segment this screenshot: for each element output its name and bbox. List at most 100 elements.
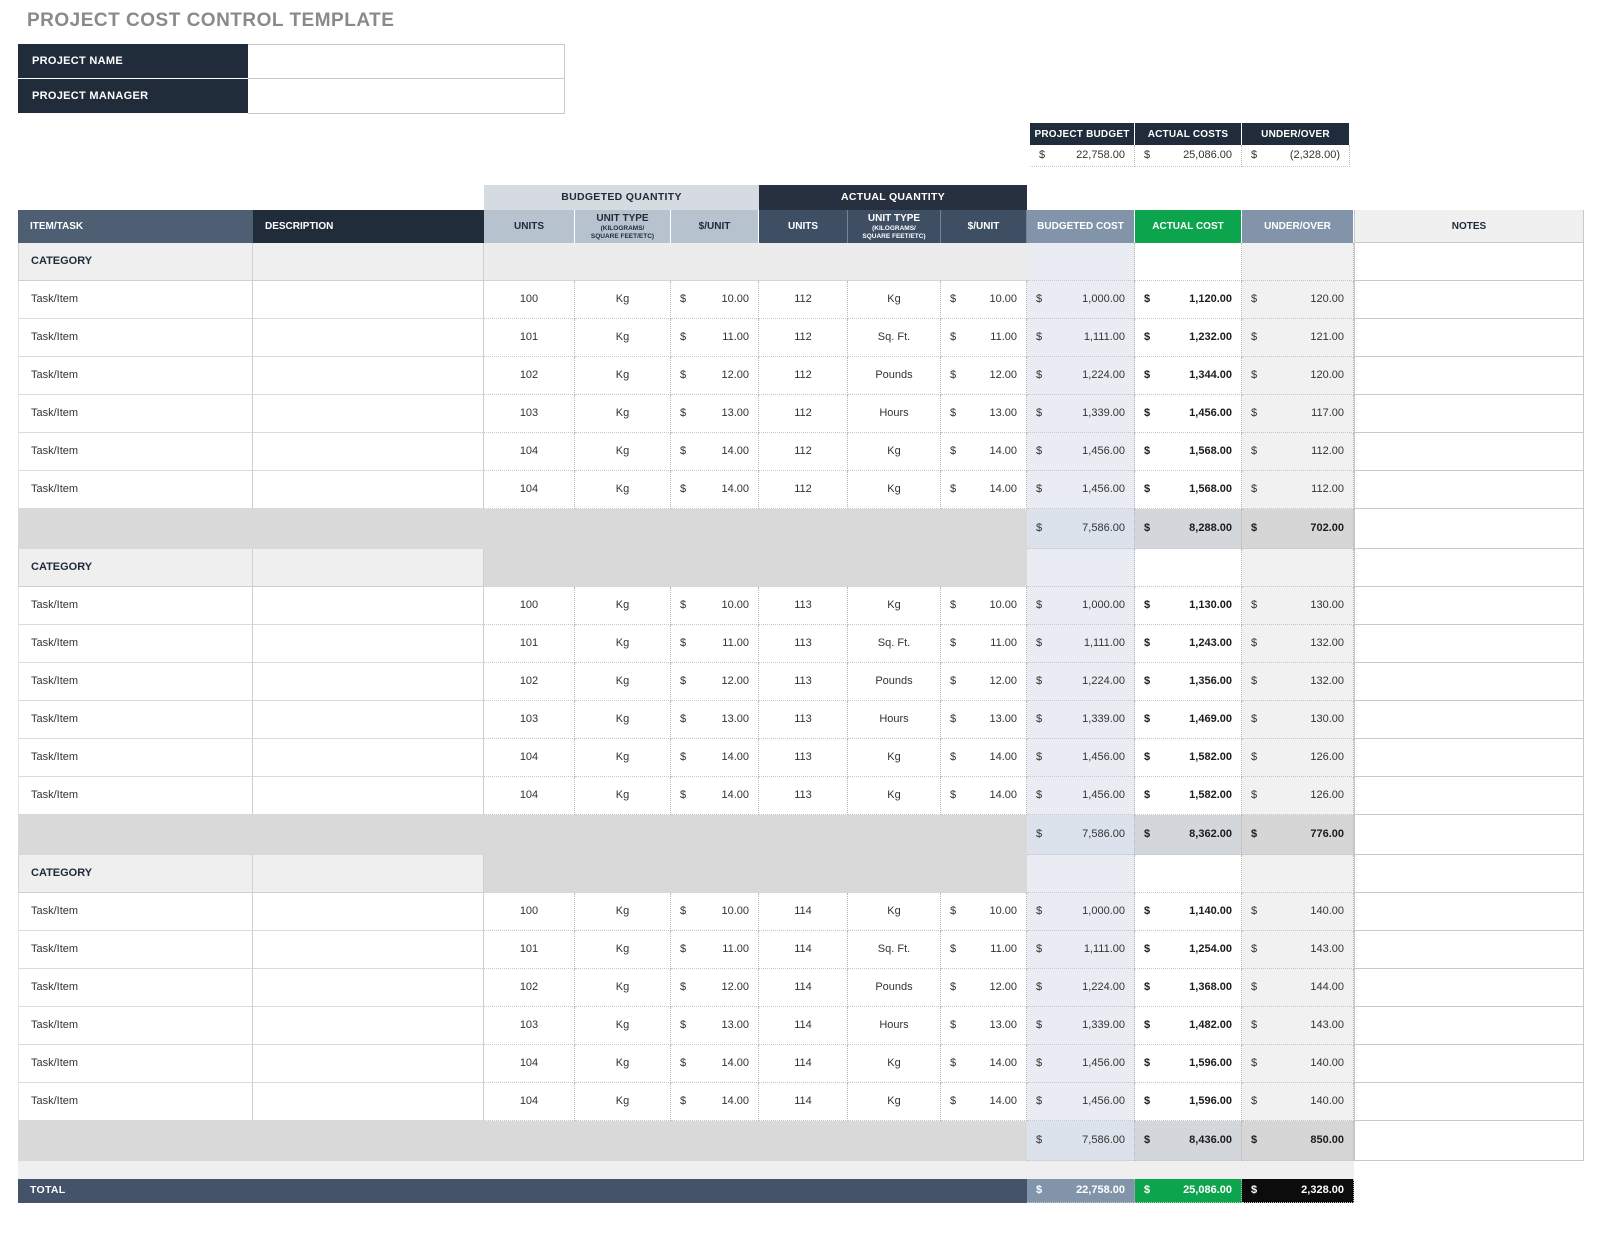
budgeted-units-cell[interactable]: 104 bbox=[484, 471, 575, 509]
subtotal-actual-cost-cell[interactable]: $8,362.00 bbox=[1135, 815, 1242, 855]
task-item-cell[interactable]: Task/Item bbox=[18, 969, 253, 1007]
budgeted-cost-cell[interactable]: $1,339.00 bbox=[1027, 395, 1135, 433]
budgeted-rate-cell[interactable]: $11.00 bbox=[671, 319, 759, 357]
description-cell[interactable] bbox=[253, 433, 484, 471]
actual-units-cell[interactable]: 114 bbox=[759, 1007, 848, 1045]
task-item-cell[interactable]: Task/Item bbox=[18, 395, 253, 433]
notes-cell[interactable] bbox=[1354, 319, 1584, 357]
actual-rate-cell[interactable]: $14.00 bbox=[941, 1083, 1027, 1121]
budgeted-unit-type-cell[interactable]: Kg bbox=[575, 931, 671, 969]
description-cell[interactable] bbox=[253, 281, 484, 319]
budgeted-rate-cell[interactable]: $11.00 bbox=[671, 625, 759, 663]
budgeted-rate-cell[interactable]: $12.00 bbox=[671, 663, 759, 701]
budgeted-rate-cell[interactable]: $12.00 bbox=[671, 357, 759, 395]
actual-units-cell[interactable]: 113 bbox=[759, 663, 848, 701]
budgeted-units-cell[interactable]: 104 bbox=[484, 1083, 575, 1121]
total-under-over-cell[interactable]: $2,328.00 bbox=[1242, 1179, 1354, 1203]
actual-cost-cell[interactable]: $1,130.00 bbox=[1135, 587, 1242, 625]
under-over-cell[interactable]: $120.00 bbox=[1242, 281, 1354, 319]
notes-cell[interactable] bbox=[1354, 1007, 1584, 1045]
budgeted-units-cell[interactable]: 103 bbox=[484, 701, 575, 739]
budgeted-cost-cell[interactable] bbox=[1027, 855, 1135, 893]
under-over-cell[interactable]: $143.00 bbox=[1242, 1007, 1354, 1045]
actual-cost-cell[interactable]: $1,568.00 bbox=[1135, 471, 1242, 509]
budgeted-rate-cell[interactable]: $14.00 bbox=[671, 1083, 759, 1121]
actual-cost-cell[interactable]: $1,120.00 bbox=[1135, 281, 1242, 319]
subtotal-actual-cost-cell[interactable]: $8,288.00 bbox=[1135, 509, 1242, 549]
budgeted-units-cell[interactable]: 104 bbox=[484, 739, 575, 777]
actual-unit-type-cell[interactable]: Kg bbox=[848, 471, 941, 509]
under-over-cell[interactable]: $117.00 bbox=[1242, 395, 1354, 433]
under-over-cell[interactable]: $144.00 bbox=[1242, 969, 1354, 1007]
budgeted-rate-cell[interactable]: $13.00 bbox=[671, 701, 759, 739]
actual-rate-cell[interactable]: $14.00 bbox=[941, 433, 1027, 471]
budgeted-unit-type-cell[interactable]: Kg bbox=[575, 701, 671, 739]
description-cell[interactable] bbox=[253, 319, 484, 357]
actual-unit-type-cell[interactable]: Hours bbox=[848, 701, 941, 739]
notes-cell[interactable] bbox=[1354, 1083, 1584, 1121]
actual-cost-cell[interactable]: $1,243.00 bbox=[1135, 625, 1242, 663]
notes-cell[interactable] bbox=[1354, 357, 1584, 395]
budgeted-rate-cell[interactable]: $10.00 bbox=[671, 893, 759, 931]
budgeted-rate-cell[interactable]: $11.00 bbox=[671, 931, 759, 969]
budgeted-units-cell[interactable]: 101 bbox=[484, 625, 575, 663]
task-item-cell[interactable]: Task/Item bbox=[18, 471, 253, 509]
under-over-cell[interactable]: $130.00 bbox=[1242, 701, 1354, 739]
actual-unit-type-cell[interactable]: Hours bbox=[848, 1007, 941, 1045]
actual-rate-cell[interactable]: $12.00 bbox=[941, 357, 1027, 395]
budgeted-units-cell[interactable]: 103 bbox=[484, 395, 575, 433]
task-item-cell[interactable]: Task/Item bbox=[18, 1007, 253, 1045]
category-description-cell[interactable] bbox=[253, 549, 484, 587]
actual-unit-type-cell[interactable]: Sq. Ft. bbox=[848, 319, 941, 357]
description-cell[interactable] bbox=[253, 777, 484, 815]
actual-cost-cell[interactable]: $1,596.00 bbox=[1135, 1045, 1242, 1083]
actual-cost-cell[interactable] bbox=[1135, 855, 1242, 893]
notes-cell[interactable] bbox=[1354, 701, 1584, 739]
budgeted-unit-type-cell[interactable]: Kg bbox=[575, 587, 671, 625]
actual-unit-type-cell[interactable]: Sq. Ft. bbox=[848, 931, 941, 969]
total-actual-cost-cell[interactable]: $25,086.00 bbox=[1135, 1179, 1242, 1203]
actual-unit-type-cell[interactable]: Kg bbox=[848, 433, 941, 471]
actual-units-cell[interactable]: 114 bbox=[759, 1083, 848, 1121]
category-cell[interactable]: CATEGORY bbox=[18, 855, 253, 893]
budgeted-cost-cell[interactable]: $1,339.00 bbox=[1027, 701, 1135, 739]
notes-cell[interactable] bbox=[1354, 471, 1584, 509]
budgeted-unit-type-cell[interactable]: Kg bbox=[575, 893, 671, 931]
actual-unit-type-cell[interactable]: Pounds bbox=[848, 357, 941, 395]
description-cell[interactable] bbox=[253, 357, 484, 395]
budgeted-cost-cell[interactable]: $1,456.00 bbox=[1027, 777, 1135, 815]
actual-unit-type-cell[interactable]: Kg bbox=[848, 1045, 941, 1083]
subtotal-actual-cost-cell[interactable]: $8,436.00 bbox=[1135, 1121, 1242, 1161]
actual-unit-type-cell[interactable]: Sq. Ft. bbox=[848, 625, 941, 663]
notes-cell[interactable] bbox=[1354, 433, 1584, 471]
budgeted-cost-cell[interactable]: $1,456.00 bbox=[1027, 1083, 1135, 1121]
notes-cell[interactable] bbox=[1354, 663, 1584, 701]
notes-cell[interactable] bbox=[1354, 281, 1584, 319]
actual-unit-type-cell[interactable]: Kg bbox=[848, 777, 941, 815]
notes-cell[interactable] bbox=[1354, 549, 1584, 587]
actual-units-cell[interactable]: 113 bbox=[759, 777, 848, 815]
task-item-cell[interactable]: Task/Item bbox=[18, 319, 253, 357]
task-item-cell[interactable]: Task/Item bbox=[18, 433, 253, 471]
budgeted-cost-cell[interactable]: $1,339.00 bbox=[1027, 1007, 1135, 1045]
under-over-cell[interactable]: $112.00 bbox=[1242, 433, 1354, 471]
category-description-cell[interactable] bbox=[253, 855, 484, 893]
budgeted-cost-cell[interactable]: $1,456.00 bbox=[1027, 471, 1135, 509]
task-item-cell[interactable]: Task/Item bbox=[18, 357, 253, 395]
actual-units-cell[interactable]: 112 bbox=[759, 395, 848, 433]
budgeted-units-cell[interactable]: 103 bbox=[484, 1007, 575, 1045]
budgeted-unit-type-cell[interactable]: Kg bbox=[575, 625, 671, 663]
budgeted-rate-cell[interactable]: $14.00 bbox=[671, 1045, 759, 1083]
task-item-cell[interactable]: Task/Item bbox=[18, 777, 253, 815]
under-over-cell[interactable]: $140.00 bbox=[1242, 1045, 1354, 1083]
actual-cost-cell[interactable]: $1,582.00 bbox=[1135, 739, 1242, 777]
actual-cost-cell[interactable]: $1,356.00 bbox=[1135, 663, 1242, 701]
actual-units-cell[interactable]: 112 bbox=[759, 433, 848, 471]
budgeted-rate-cell[interactable]: $12.00 bbox=[671, 969, 759, 1007]
actual-units-cell[interactable]: 114 bbox=[759, 1045, 848, 1083]
budgeted-cost-cell[interactable]: $1,111.00 bbox=[1027, 931, 1135, 969]
subtotal-budgeted-cost-cell[interactable]: $7,586.00 bbox=[1027, 815, 1135, 855]
notes-cell[interactable] bbox=[1354, 815, 1584, 855]
budgeted-units-cell[interactable]: 102 bbox=[484, 969, 575, 1007]
description-cell[interactable] bbox=[253, 701, 484, 739]
